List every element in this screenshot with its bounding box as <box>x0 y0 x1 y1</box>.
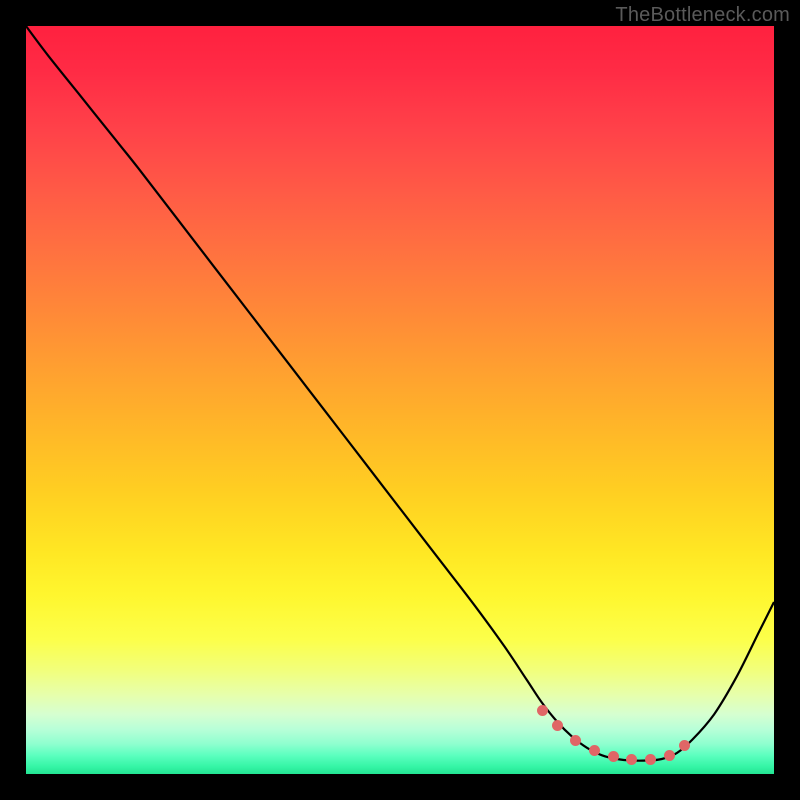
trough-marker <box>608 751 619 762</box>
chart-frame: TheBottleneck.com <box>0 0 800 800</box>
plot-area <box>26 26 774 774</box>
trough-marker <box>570 735 581 746</box>
trough-marker <box>626 754 637 765</box>
trough-marker <box>589 745 600 756</box>
trough-marker <box>664 750 675 761</box>
trough-marker <box>552 720 563 731</box>
trough-marker <box>537 705 548 716</box>
trough-marker <box>645 754 656 765</box>
trough-markers-group <box>26 26 774 774</box>
watermark-text: TheBottleneck.com <box>615 4 790 27</box>
trough-marker <box>679 740 690 751</box>
